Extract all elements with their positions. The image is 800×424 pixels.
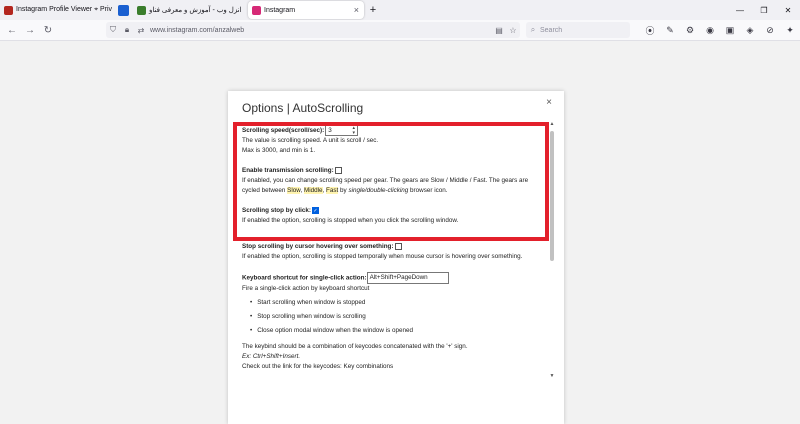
extensions-puzzle-icon[interactable]: ✦	[780, 22, 800, 38]
modal-title: Options | AutoScrolling	[242, 101, 364, 115]
transmission-section: Enable transmission scrolling: If enable…	[242, 166, 544, 196]
stop-by-click-help: If enabled the option, scrolling is stop…	[242, 217, 459, 225]
scrolling-speed-input[interactable]: 3 ▴ ▾	[325, 125, 359, 136]
gear-slow: Slow	[287, 187, 301, 195]
navigation-bar: ← → ↻ ⛉ 🔒︎ ⇄ www.instagram.com/anzalweb …	[0, 20, 800, 41]
keyboard-shortcut-help: Fire a single-click action by keyboard s…	[242, 285, 370, 293]
forward-arrow-icon[interactable]: →	[21, 21, 39, 39]
extensions-toolbar: ⦿ ✎ ⚙ ◉ ▣ ◈ ⊘ ✦ ≡	[640, 22, 800, 38]
extension-icon[interactable]: ⚙	[680, 22, 700, 38]
instagram-icon	[252, 5, 261, 15]
eyedropper-icon[interactable]: ✎	[660, 22, 680, 38]
gear-fast: Fast	[326, 187, 339, 195]
tab-strip: Instagram Profile Viewer ⌖ Priv انزل وب …	[0, 0, 800, 20]
transmission-checkbox[interactable]	[334, 167, 342, 174]
tab-label: Instagram	[264, 6, 296, 14]
modal-body[interactable]: Scrolling speed(scroll/sec): 3 ▴ ▾ The valu…	[236, 121, 556, 381]
list-item: Close option modal window when the windo…	[250, 324, 544, 338]
stop-by-click-checkbox[interactable]: ✓	[311, 207, 319, 214]
close-icon[interactable]: ×	[546, 97, 552, 108]
transmission-help-end: browser icon.	[408, 187, 448, 195]
transmission-help: If enabled, you can change scrolling spe…	[242, 176, 544, 196]
modal-scrollbar[interactable]: ▲ ▼	[548, 121, 556, 381]
tab-pinned[interactable]	[113, 0, 133, 20]
keyboard-shortcut-section: Keyboard shortcut for single-click actio…	[242, 272, 544, 372]
stop-by-hover-section: Stop scrolling by cursor hovering over s…	[242, 242, 544, 262]
reload-icon[interactable]: ↻	[39, 21, 57, 39]
tab-instagram-profile-viewer[interactable]: Instagram Profile Viewer ⌖ Priv	[0, 0, 113, 20]
keyboard-shortcut-label: Keyboard shortcut for single-click actio…	[242, 274, 367, 282]
extension-icon[interactable]: ▣	[720, 22, 740, 38]
tab-label: Instagram Profile Viewer ⌖ Priv	[16, 6, 113, 13]
keycodes-link-note[interactable]: Check out the link for the keycodes: Key…	[242, 362, 544, 372]
shortcut-actions-list: Start scrolling when window is stopped S…	[242, 296, 544, 338]
favicon-icon	[117, 4, 129, 16]
stop-by-hover-checkbox[interactable]	[394, 243, 402, 250]
search-input[interactable]: ⌕ Search	[526, 22, 630, 38]
stop-by-hover-help: If enabled the option, scrolling is stop…	[242, 253, 523, 261]
search-icon: ⌕	[530, 25, 536, 34]
shield-icon[interactable]: ⛉	[106, 25, 120, 35]
transmission-label: Enable transmission scrolling:	[242, 167, 334, 175]
scrolling-speed-value: 3	[328, 126, 332, 134]
stop-by-hover-label: Stop scrolling by cursor hovering over s…	[242, 243, 394, 251]
extension-icon[interactable]: ⦿	[640, 22, 660, 38]
url-bar[interactable]: ⛉ 🔒︎ ⇄ www.instagram.com/anzalweb ▤ ☆	[106, 22, 520, 38]
stop-by-click-label: Scrolling stop by click:	[242, 207, 311, 215]
list-item: Stop scrolling when window is scrolling	[250, 310, 544, 324]
close-tab-icon[interactable]: ×	[354, 5, 359, 15]
scroll-thumb[interactable]	[550, 131, 554, 261]
search-placeholder: Search	[540, 26, 563, 34]
back-arrow-icon[interactable]: ←	[3, 21, 21, 39]
tab-label: انزل وب - آموزش و معرفی فناو	[149, 7, 242, 14]
scroll-up-icon[interactable]: ▲	[548, 121, 556, 129]
tab-anzalweb[interactable]: انزل وب - آموزش و معرفی فناو	[133, 0, 248, 20]
close-window-button[interactable]: ✕	[776, 0, 800, 20]
scrolling-speed-limits: Max is 3000, and min is 1.	[242, 147, 316, 155]
options-modal: Options | AutoScrolling × Scrolling spee…	[228, 91, 564, 424]
tab-instagram[interactable]: Instagram ×	[248, 1, 364, 19]
gear-middle: Middle	[303, 187, 323, 195]
reader-view-icon[interactable]: ▤	[492, 26, 506, 35]
keybind-example: Ex: Ctrl+Shift+Insert.	[242, 353, 301, 361]
list-item: Start scrolling when window is stopped	[250, 296, 544, 310]
clicking-text: single/double-clicking	[348, 187, 409, 195]
scrolling-speed-label: Scrolling speed(scroll/sec):	[242, 127, 325, 135]
permissions-icon[interactable]: ⇄	[134, 26, 148, 35]
by-text: by	[338, 187, 349, 195]
stop-by-click-section: Scrolling stop by click: ✓ If enabled the…	[242, 206, 544, 226]
minimize-button[interactable]: —	[728, 0, 752, 20]
restore-button[interactable]: ❐	[752, 0, 776, 20]
favicon-icon	[4, 5, 13, 15]
scroll-down-icon[interactable]: ▼	[548, 373, 556, 381]
lock-icon[interactable]: 🔒︎	[120, 25, 134, 35]
url-text[interactable]: www.instagram.com/anzalweb	[150, 27, 492, 34]
extension-icon[interactable]: ◈	[740, 22, 760, 38]
spinner-icon[interactable]: ▴ ▾	[350, 125, 357, 136]
new-tab-button[interactable]: +	[364, 0, 382, 20]
scrolling-speed-section: Scrolling speed(scroll/sec): 3 ▴ ▾ The valu…	[242, 125, 544, 156]
keybind-note: The keybind should be a combination of k…	[242, 343, 468, 351]
keyboard-shortcut-input[interactable]: Alt+Shift+PageDown	[366, 272, 449, 285]
extension-icon[interactable]: ◉	[700, 22, 720, 38]
scrolling-speed-help: The value is scrolling speed. A unit is …	[242, 137, 379, 145]
extension-icon[interactable]: ⊘	[760, 22, 780, 38]
bookmark-star-icon[interactable]: ☆	[506, 26, 520, 35]
favicon-icon	[137, 5, 146, 15]
